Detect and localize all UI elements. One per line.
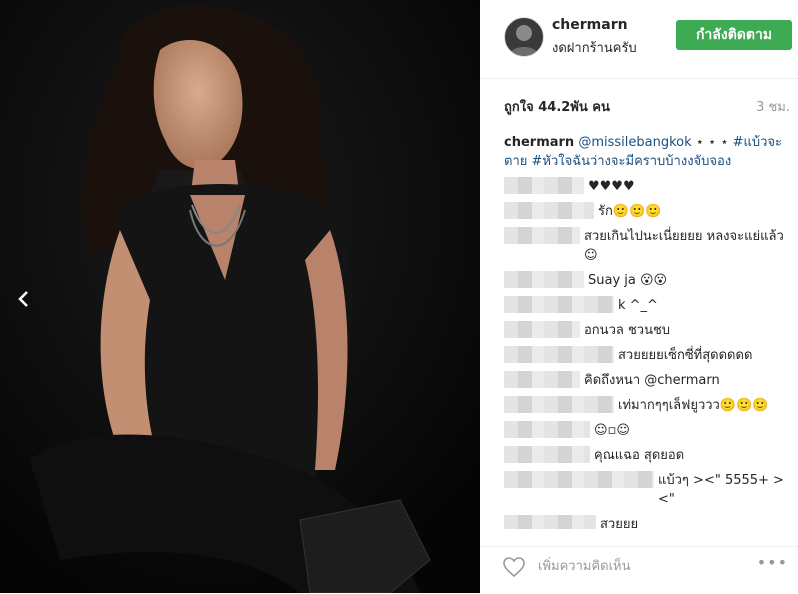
avatar[interactable] — [504, 17, 544, 57]
previous-post-button[interactable] — [6, 282, 40, 316]
post-header: chermarn งดฝากร้านครับ กำลังติดตาม — [480, 0, 798, 79]
post-photo — [0, 0, 480, 593]
following-button[interactable]: กำลังติดตาม — [676, 20, 792, 50]
comment-text: Suay ja 😮😮 — [588, 273, 668, 288]
comment-text: เท่มากๆๆเล็ฟยูววว🙂🙂🙂 — [618, 398, 769, 413]
post-time[interactable]: 3 ชม. — [756, 96, 790, 117]
comment-text: สวยยยยเซ็กซี่ที่สุดดดดด — [618, 348, 753, 363]
comment-item: Suay ja 😮😮 — [504, 271, 790, 290]
comment-text: สวยเกินไปนะเนี่ยยยย หลงจะแย่แล้ว☺ — [584, 229, 784, 263]
comment-text: k ^_^ — [618, 298, 658, 313]
comment-username-redacted[interactable] — [504, 321, 580, 338]
username-link[interactable]: chermarn — [552, 17, 628, 33]
comment-text: อกนวล ชวนชบ — [584, 323, 671, 338]
comment-text: สวยยย — [600, 517, 639, 529]
comment-username-redacted[interactable] — [504, 396, 614, 413]
comment-username-redacted[interactable] — [504, 515, 596, 529]
comment-username-redacted[interactable] — [504, 346, 614, 363]
comment-text: ☺▫☺ — [594, 423, 630, 438]
comment-username-redacted[interactable] — [504, 271, 584, 288]
comment-username-redacted[interactable] — [504, 446, 590, 463]
comment-item: แบ้วๆ ><" 5555+ > <" — [504, 471, 790, 509]
comment-username-redacted[interactable] — [504, 296, 614, 313]
comment-text: คุณแฉอ สุดยอด — [594, 448, 685, 463]
comments-list[interactable]: chermarn @missilebangkok ⋆ ⋆ ⋆ #แบ้วจะตา… — [504, 133, 790, 529]
comment-item: k ^_^ — [504, 296, 790, 315]
comment-username-redacted[interactable] — [504, 202, 594, 219]
more-options-icon[interactable]: ••• — [757, 553, 788, 572]
comment-item: สวยเกินไปนะเนี่ยยยย หลงจะแย่แล้ว☺ — [504, 227, 790, 265]
comment-username-redacted[interactable] — [504, 471, 654, 488]
comment-item: สวยยย — [504, 515, 790, 529]
add-comment-input[interactable]: เพิ่มความคิดเห็น — [538, 555, 631, 576]
comment-username-redacted[interactable] — [504, 371, 580, 388]
comment-text: ♥♥♥♥ — [588, 179, 635, 194]
comment-username-redacted[interactable] — [504, 421, 590, 438]
heart-outline-icon[interactable] — [502, 555, 526, 579]
comment-item: ♥♥♥♥ — [504, 177, 790, 196]
post-sidebar: chermarn งดฝากร้านครับ กำลังติดตาม ถูกใจ… — [480, 0, 798, 593]
comment-username-redacted[interactable] — [504, 227, 580, 244]
caption-text: ⋆ ⋆ ⋆ — [695, 135, 733, 150]
comment-item: คุณแฉอ สุดยอด — [504, 446, 790, 465]
photo-illustration — [0, 0, 480, 593]
comment-item: ☺▫☺ — [504, 421, 790, 440]
comment-text: รัก🙂🙂🙂 — [598, 204, 662, 219]
likes-count[interactable]: ถูกใจ 44.2พัน คน — [504, 96, 610, 117]
caption-mention[interactable]: @missilebangkok — [578, 135, 691, 150]
comment-item: อกนวล ชวนชบ — [504, 321, 790, 340]
caption-username[interactable]: chermarn — [504, 135, 574, 150]
comment-item: รัก🙂🙂🙂 — [504, 202, 790, 221]
comment-username-redacted[interactable] — [504, 177, 584, 194]
location-link[interactable]: งดฝากร้านครับ — [552, 37, 637, 58]
post-caption: chermarn @missilebangkok ⋆ ⋆ ⋆ #แบ้วจะตา… — [504, 133, 790, 171]
comment-item: เท่มากๆๆเล็ฟยูววว🙂🙂🙂 — [504, 396, 790, 415]
comment-item: คิดถึงหนา @chermarn — [504, 371, 790, 390]
chevron-left-icon — [18, 291, 28, 307]
comment-footer: เพิ่มความคิดเห็น ••• — [480, 546, 798, 594]
comment-text: แบ้วๆ ><" 5555+ > <" — [658, 473, 784, 507]
comment-text: คิดถึงหนา @chermarn — [584, 373, 720, 388]
comment-item: สวยยยยเซ็กซี่ที่สุดดดดด — [504, 346, 790, 365]
